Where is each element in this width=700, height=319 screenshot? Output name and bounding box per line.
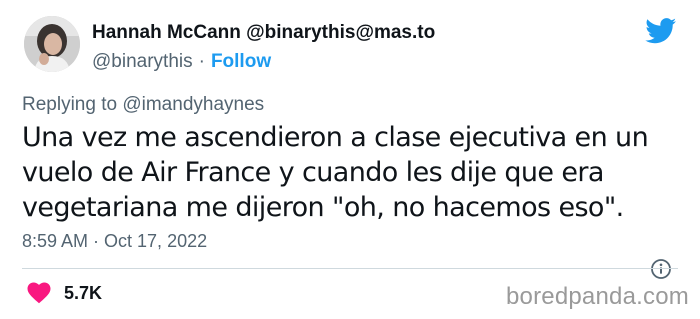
replying-to: Replying to @imandyhaynes [22, 94, 264, 116]
follow-button[interactable]: Follow [211, 51, 271, 72]
tweet-timestamp[interactable]: 8:59 AM · Oct 17, 2022 [22, 231, 207, 252]
author-display-name[interactable]: Hannah McCann @binarythis@mas.to [92, 22, 435, 44]
author-handle-row: @binarythis · Follow [92, 51, 271, 73]
watermark: boredpanda.com [506, 283, 689, 310]
replying-to-label: Replying to [22, 94, 123, 115]
separator-dot: · [198, 51, 205, 72]
info-icon[interactable] [650, 258, 672, 280]
author-handle[interactable]: @binarythis [92, 51, 193, 72]
avatar[interactable] [24, 16, 80, 72]
tweet-card: Hannah McCann @binarythis@mas.to @binary… [0, 0, 700, 319]
tweet-text: Una vez me ascendieron a clase ejecutiva… [22, 122, 649, 223]
heart-icon[interactable] [27, 282, 51, 304]
reply-mention-link[interactable]: @imandyhaynes [122, 94, 264, 115]
divider [22, 268, 678, 269]
like-count[interactable]: 5.7K [64, 283, 102, 304]
twitter-bird-icon[interactable] [645, 18, 677, 44]
